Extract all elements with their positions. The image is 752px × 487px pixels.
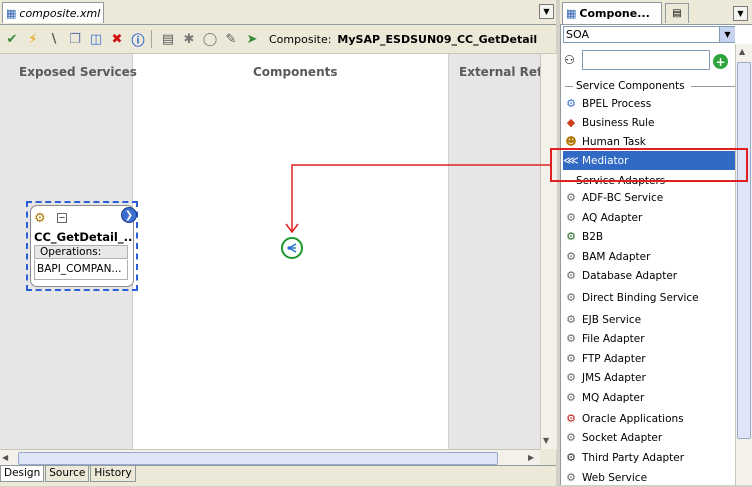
drag-arrow: [285, 164, 550, 234]
